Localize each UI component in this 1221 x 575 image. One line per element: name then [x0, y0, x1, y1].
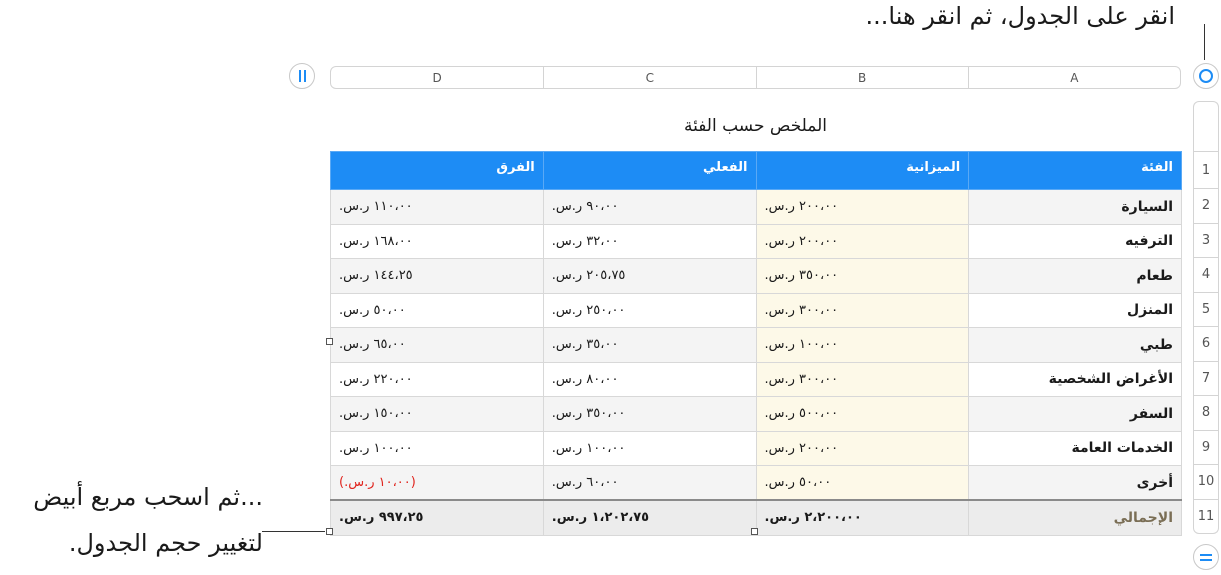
callout-bottom-line1: ...ثم اسحب مربع أبيض: [33, 483, 263, 511]
cell-difference[interactable]: ٢٢٠،٠٠ ر.س.: [330, 361, 544, 397]
circle-icon: [1199, 69, 1213, 83]
cell-budget[interactable]: ٥٠،٠٠ ر.س.: [755, 465, 970, 501]
row-header[interactable]: 11: [1193, 499, 1219, 534]
cell-category[interactable]: طبي: [968, 327, 1182, 363]
cell-category[interactable]: طعام: [968, 258, 1182, 294]
row-header[interactable]: 1: [1193, 151, 1219, 189]
row-header[interactable]: 5: [1193, 292, 1219, 327]
header-actual[interactable]: الفعلي: [542, 151, 757, 190]
table-row: الترفيه ٢٠٠،٠٠ ر.س. ٣٢،٠٠ ر.س. ١٦٨،٠٠ ر.…: [330, 223, 1182, 259]
column-header-c[interactable]: C: [543, 67, 755, 88]
resize-handle-left[interactable]: [326, 338, 333, 345]
cell-actual[interactable]: ٦٠،٠٠ ر.س.: [542, 465, 757, 501]
row-header[interactable]: 9: [1193, 430, 1219, 465]
table-row: أخرى ٥٠،٠٠ ر.س. ٦٠،٠٠ ر.س. (١٠،٠٠ ر.س.): [330, 465, 1182, 501]
cell-actual[interactable]: ١٠٠،٠٠ ر.س.: [542, 430, 757, 466]
summary-table: الفئة الميزانية الفعلي الفرق السيارة ٢٠٠…: [330, 151, 1182, 536]
cell-budget[interactable]: ٢٠٠،٠٠ ر.س.: [755, 189, 970, 225]
cell-category[interactable]: السيارة: [968, 189, 1182, 225]
table-row: الأغراض الشخصية ٣٠٠،٠٠ ر.س. ٨٠،٠٠ ر.س. ٢…: [330, 361, 1182, 397]
select-table-handle[interactable]: [1193, 63, 1219, 89]
cell-budget[interactable]: ٢٠٠،٠٠ ر.س.: [755, 430, 970, 466]
cell-actual[interactable]: ٨٠،٠٠ ر.س.: [542, 361, 757, 397]
table-row: الخدمات العامة ٢٠٠،٠٠ ر.س. ١٠٠،٠٠ ر.س. ١…: [330, 430, 1182, 466]
column-header-a[interactable]: A: [967, 67, 1180, 88]
column-bars-icon-part: [303, 70, 306, 82]
table-row: طبي ١٠٠،٠٠ ر.س. ٣٥،٠٠ ر.س. ٦٥،٠٠ ر.س.: [330, 327, 1182, 363]
resize-handle-bottom-left[interactable]: [326, 528, 333, 535]
cell-budget[interactable]: ١٠٠،٠٠ ر.س.: [755, 327, 970, 363]
row-header[interactable]: 7: [1193, 361, 1219, 396]
table-row: السفر ٥٠٠،٠٠ ر.س. ٣٥٠،٠٠ ر.س. ١٥٠،٠٠ ر.س…: [330, 396, 1182, 432]
callout-top-leader-line: [1204, 24, 1205, 60]
header-difference[interactable]: الفرق: [330, 151, 544, 190]
cell-category[interactable]: السفر: [968, 396, 1182, 432]
row-header[interactable]: 3: [1193, 223, 1219, 258]
cell-category[interactable]: أخرى: [968, 465, 1182, 501]
cell-difference[interactable]: ١١٠،٠٠ ر.س.: [330, 189, 544, 225]
cell-difference-negative[interactable]: (١٠،٠٠ ر.س.): [330, 465, 544, 501]
cell-category[interactable]: المنزل: [968, 292, 1182, 328]
row-header-corner: [1193, 101, 1219, 151]
row-header[interactable]: 6: [1193, 327, 1219, 362]
cell-category[interactable]: الترفيه: [968, 223, 1182, 259]
add-column-handle[interactable]: [289, 63, 315, 89]
table-row: طعام ٣٥٠،٠٠ ر.س. ٢٠٥،٧٥ ر.س. ١٤٤،٢٥ ر.س.: [330, 258, 1182, 294]
column-header-b[interactable]: B: [755, 67, 968, 88]
column-header-bar: A B C D: [330, 66, 1181, 89]
cell-total-label[interactable]: الإجمالي: [968, 499, 1182, 536]
row-header[interactable]: 8: [1193, 396, 1219, 431]
cell-difference[interactable]: ١٠٠،٠٠ ر.س.: [330, 430, 544, 466]
cell-actual[interactable]: ٣٥٠،٠٠ ر.س.: [542, 396, 757, 432]
cell-difference[interactable]: ٥٠،٠٠ ر.س.: [330, 292, 544, 328]
cell-budget[interactable]: ٥٠٠،٠٠ ر.س.: [755, 396, 970, 432]
cell-category[interactable]: الخدمات العامة: [968, 430, 1182, 466]
row-bars-icon: [1200, 553, 1212, 556]
cell-difference[interactable]: ١٤٤،٢٥ ر.س.: [330, 258, 544, 294]
callout-bottom-leader-line: [262, 531, 325, 532]
cell-actual[interactable]: ٩٠،٠٠ ر.س.: [542, 189, 757, 225]
cell-actual[interactable]: ٢٠٥،٧٥ ر.س.: [542, 258, 757, 294]
cell-budget[interactable]: ٢٠٠،٠٠ ر.س.: [755, 223, 970, 259]
header-budget[interactable]: الميزانية: [755, 151, 970, 190]
cell-difference[interactable]: ١٥٠،٠٠ ر.س.: [330, 396, 544, 432]
cell-total-difference[interactable]: ٩٩٧،٢٥ ر.س.: [330, 499, 544, 536]
callout-top-text: انقر على الجدول، ثم انقر هنا...: [865, 2, 1175, 30]
cell-total-budget[interactable]: ٢،٢٠٠،٠٠ ر.س.: [755, 499, 970, 536]
add-row-handle[interactable]: [1193, 544, 1219, 570]
table-row: السيارة ٢٠٠،٠٠ ر.س. ٩٠،٠٠ ر.س. ١١٠،٠٠ ر.…: [330, 189, 1182, 225]
row-header-bar: 1 2 3 4 5 6 7 8 9 10 11: [1193, 151, 1219, 534]
row-header[interactable]: 4: [1193, 258, 1219, 293]
cell-total-actual[interactable]: ١،٢٠٢،٧٥ ر.س.: [542, 499, 757, 536]
cell-difference[interactable]: ١٦٨،٠٠ ر.س.: [330, 223, 544, 259]
column-header-d[interactable]: D: [331, 67, 543, 88]
cell-budget[interactable]: ٣٥٠،٠٠ ر.س.: [755, 258, 970, 294]
table-row: المنزل ٣٠٠،٠٠ ر.س. ٢٥٠،٠٠ ر.س. ٥٠،٠٠ ر.س…: [330, 292, 1182, 328]
cell-actual[interactable]: ٢٥٠،٠٠ ر.س.: [542, 292, 757, 328]
cell-actual[interactable]: ٣٢،٠٠ ر.س.: [542, 223, 757, 259]
callout-bottom-text: ...ثم اسحب مربع أبيض لتغيير حجم الجدول.: [8, 474, 263, 566]
cell-budget[interactable]: ٣٠٠،٠٠ ر.س.: [755, 292, 970, 328]
table-title[interactable]: الملخص حسب الفئة: [330, 116, 1181, 136]
cell-difference[interactable]: ٦٥،٠٠ ر.س.: [330, 327, 544, 363]
row-bars-icon-part: [1200, 558, 1212, 561]
callout-bottom-line2: لتغيير حجم الجدول.: [68, 529, 263, 557]
row-header[interactable]: 10: [1193, 465, 1219, 500]
header-category[interactable]: الفئة: [968, 151, 1182, 190]
row-header[interactable]: 2: [1193, 189, 1219, 224]
table-header-row: الفئة الميزانية الفعلي الفرق: [330, 151, 1182, 190]
column-bars-icon: [298, 70, 301, 82]
cell-actual[interactable]: ٣٥،٠٠ ر.س.: [542, 327, 757, 363]
cell-budget[interactable]: ٣٠٠،٠٠ ر.س.: [755, 361, 970, 397]
cell-category[interactable]: الأغراض الشخصية: [968, 361, 1182, 397]
resize-handle-bottom[interactable]: [751, 528, 758, 535]
